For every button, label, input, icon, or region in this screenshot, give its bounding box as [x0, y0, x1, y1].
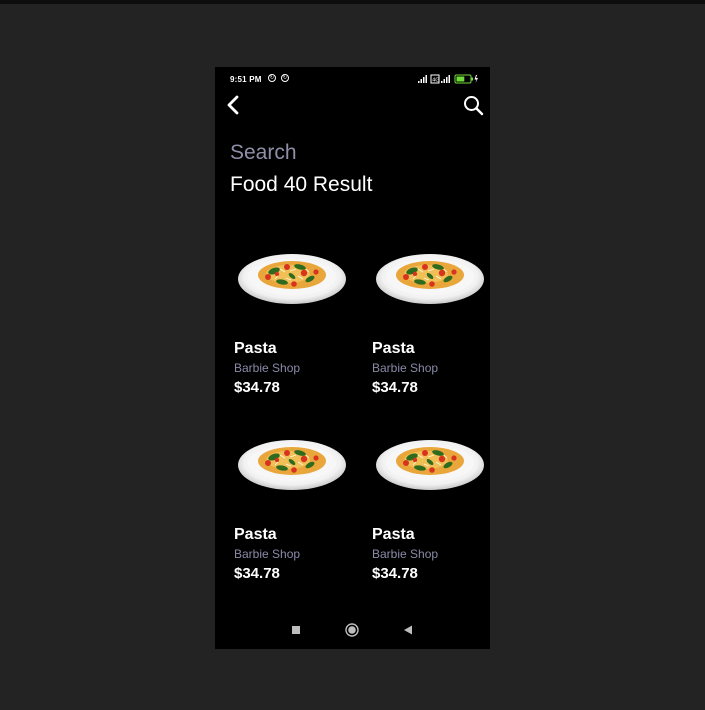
product-shop: Barbie Shop	[372, 361, 439, 375]
product-card[interactable]: Pasta Barbie Shop $34.78	[230, 429, 355, 609]
pasta-plate-image	[237, 253, 347, 305]
search-icon	[464, 96, 484, 116]
phone-screen: 9:51 PM ↻ ↻ 4G Search Food 40 Result Pas…	[215, 67, 490, 649]
product-price: $34.78	[372, 379, 418, 396]
product-price: $34.78	[234, 379, 280, 396]
sync-icon: ↻	[268, 74, 276, 82]
hd-icon: 4G	[430, 74, 440, 84]
product-name: Pasta	[372, 340, 415, 357]
back-button[interactable]	[223, 94, 245, 116]
pasta-plate-image	[237, 439, 347, 491]
status-bar: 9:51 PM ↻ ↻ 4G	[215, 67, 490, 91]
product-shop: Barbie Shop	[234, 547, 301, 561]
back-nav-button[interactable]	[401, 623, 415, 637]
battery-icon	[454, 74, 478, 84]
product-shop: Barbie Shop	[234, 361, 301, 375]
product-card[interactable]: Pasta Barbie Shop $34.78	[368, 243, 490, 423]
pasta-plate-image	[375, 439, 485, 491]
pasta-plate-image	[375, 253, 485, 305]
product-price: $34.78	[372, 565, 418, 582]
product-name: Pasta	[372, 526, 415, 543]
product-name: Pasta	[234, 526, 277, 543]
svg-text:4G: 4G	[432, 78, 439, 84]
recents-square-icon	[292, 626, 300, 634]
results-title: Food 40 Result	[230, 173, 373, 196]
signal-icon	[418, 75, 427, 83]
search-button[interactable]	[462, 94, 484, 116]
window-top-border	[0, 0, 705, 4]
home-circle-icon	[345, 623, 359, 637]
status-time: 9:51 PM	[230, 75, 262, 84]
product-name: Pasta	[234, 340, 277, 357]
status-right-icons: 4G	[418, 74, 480, 84]
product-card[interactable]: Pasta Barbie Shop $34.78	[230, 243, 355, 423]
back-triangle-icon	[404, 625, 412, 635]
product-card[interactable]: Pasta Barbie Shop $34.78	[368, 429, 490, 609]
home-button[interactable]	[345, 623, 359, 637]
search-heading: Search	[230, 141, 297, 164]
signal-icon	[441, 75, 450, 83]
chevron-left-icon	[227, 95, 239, 115]
system-nav-bar	[215, 619, 490, 641]
recents-button[interactable]	[289, 623, 303, 637]
app-bar	[215, 91, 490, 119]
product-shop: Barbie Shop	[372, 547, 439, 561]
sync-icon: ↻	[281, 74, 289, 82]
product-price: $34.78	[234, 565, 280, 582]
